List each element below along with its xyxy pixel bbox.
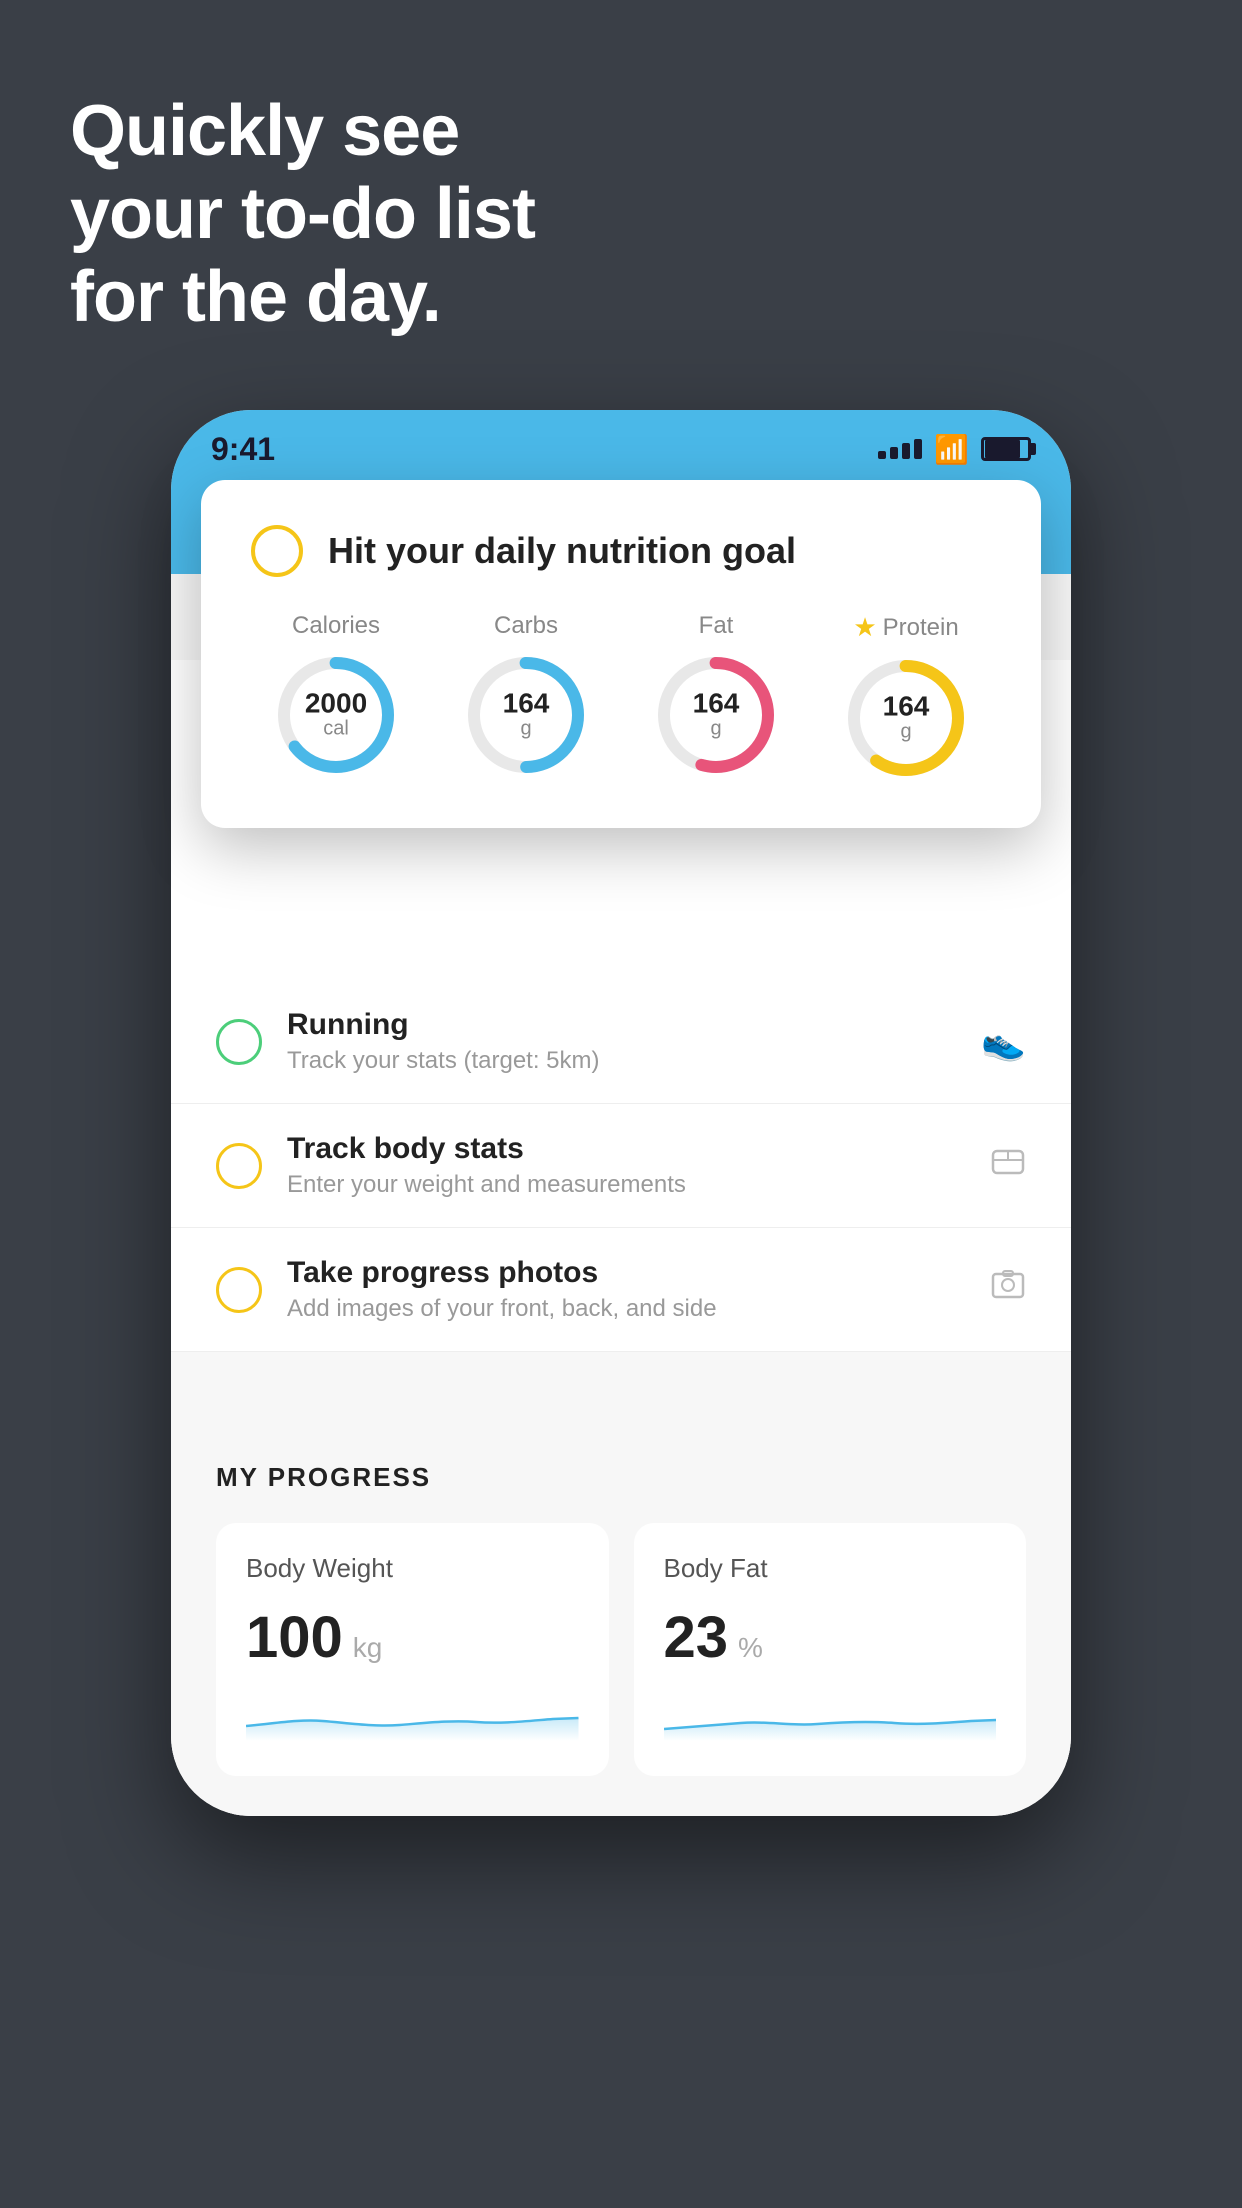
progress-section: MY PROGRESS Body Weight 100 kg	[171, 1412, 1071, 1816]
signal-bar-4	[914, 439, 922, 459]
shoe-icon: 👟	[981, 1021, 1026, 1063]
body-fat-value: 23	[664, 1604, 729, 1671]
todo-subtitle-running: Track your stats (target: 5km)	[287, 1047, 956, 1075]
carbs-label: Carbs	[494, 612, 558, 640]
todo-circle-body-stats	[216, 1143, 262, 1189]
todo-item-running[interactable]: Running Track your stats (target: 5km) 👟	[171, 980, 1071, 1104]
nutrition-fat: Fat 164 g	[651, 612, 781, 780]
todo-title-body-stats: Track body stats	[287, 1132, 965, 1166]
signal-bar-2	[890, 447, 898, 459]
floating-nutrition-card: Hit your daily nutrition goal Calories 2…	[201, 480, 1041, 828]
body-weight-chart	[246, 1691, 579, 1741]
todo-circle-running	[216, 1019, 262, 1065]
wifi-icon: 📶	[934, 433, 969, 466]
calories-unit: cal	[305, 718, 367, 741]
battery-fill	[985, 440, 1020, 458]
scale-icon	[990, 1143, 1026, 1188]
spacer	[171, 1352, 1071, 1412]
carbs-value: 164	[503, 690, 550, 718]
todo-text-photos: Take progress photos Add images of your …	[287, 1256, 965, 1323]
nutrition-protein: ★ Protein 164 g	[841, 612, 971, 783]
nutrition-carbs: Carbs 164 g	[461, 612, 591, 780]
fat-value: 164	[693, 690, 740, 718]
todo-subtitle-photos: Add images of your front, back, and side	[287, 1295, 965, 1323]
battery-icon	[981, 437, 1031, 461]
protein-donut: 164 g	[841, 653, 971, 783]
body-fat-card[interactable]: Body Fat 23 %	[634, 1523, 1027, 1776]
calories-value: 2000	[305, 690, 367, 718]
protein-value-area: 164 g	[883, 693, 930, 744]
calories-donut: 2000 cal	[271, 650, 401, 780]
signal-bars-icon	[878, 439, 922, 459]
photo-icon	[990, 1267, 1026, 1312]
todo-text-running: Running Track your stats (target: 5km)	[287, 1008, 956, 1075]
status-time: 9:41	[211, 431, 275, 468]
body-weight-value-row: 100 kg	[246, 1604, 579, 1671]
calories-value-area: 2000 cal	[305, 690, 367, 741]
progress-section-title: MY PROGRESS	[216, 1462, 1026, 1493]
todo-list: Running Track your stats (target: 5km) 👟…	[171, 980, 1071, 1352]
body-weight-label: Body Weight	[246, 1553, 579, 1584]
card-title-row: Hit your daily nutrition goal	[251, 525, 991, 577]
fat-label: Fat	[699, 612, 734, 640]
hero-title: Quickly see your to-do list for the day.	[70, 90, 535, 338]
todo-circle-photos	[216, 1267, 262, 1313]
body-fat-unit: %	[738, 1632, 763, 1664]
fat-value-area: 164 g	[693, 690, 740, 741]
carbs-donut: 164 g	[461, 650, 591, 780]
fat-unit: g	[693, 718, 740, 741]
body-fat-chart	[664, 1691, 997, 1741]
nutrition-check-circle[interactable]	[251, 525, 303, 577]
body-weight-value: 100	[246, 1604, 343, 1671]
body-weight-unit: kg	[353, 1632, 383, 1664]
status-bar: 9:41 📶	[171, 410, 1071, 480]
todo-title-photos: Take progress photos	[287, 1256, 965, 1290]
status-icons: 📶	[878, 433, 1031, 466]
nutrition-card-title: Hit your daily nutrition goal	[328, 530, 796, 572]
nutrition-calories: Calories 2000 cal	[271, 612, 401, 780]
todo-subtitle-body-stats: Enter your weight and measurements	[287, 1171, 965, 1199]
todo-title-running: Running	[287, 1008, 956, 1042]
body-weight-card[interactable]: Body Weight 100 kg	[216, 1523, 609, 1776]
protein-unit: g	[883, 721, 930, 744]
calories-label: Calories	[292, 612, 380, 640]
body-fat-value-row: 23 %	[664, 1604, 997, 1671]
nutrition-circles: Calories 2000 cal Carbs	[251, 612, 991, 783]
fat-donut: 164 g	[651, 650, 781, 780]
body-fat-label: Body Fat	[664, 1553, 997, 1584]
carbs-unit: g	[503, 718, 550, 741]
protein-value: 164	[883, 693, 930, 721]
todo-text-body-stats: Track body stats Enter your weight and m…	[287, 1132, 965, 1199]
signal-bar-1	[878, 451, 886, 459]
signal-bar-3	[902, 443, 910, 459]
todo-item-photos[interactable]: Take progress photos Add images of your …	[171, 1228, 1071, 1352]
progress-cards: Body Weight 100 kg	[216, 1523, 1026, 1776]
carbs-value-area: 164 g	[503, 690, 550, 741]
todo-item-body-stats[interactable]: Track body stats Enter your weight and m…	[171, 1104, 1071, 1228]
protein-star-icon: ★	[853, 612, 876, 643]
protein-label: ★ Protein	[853, 612, 958, 643]
